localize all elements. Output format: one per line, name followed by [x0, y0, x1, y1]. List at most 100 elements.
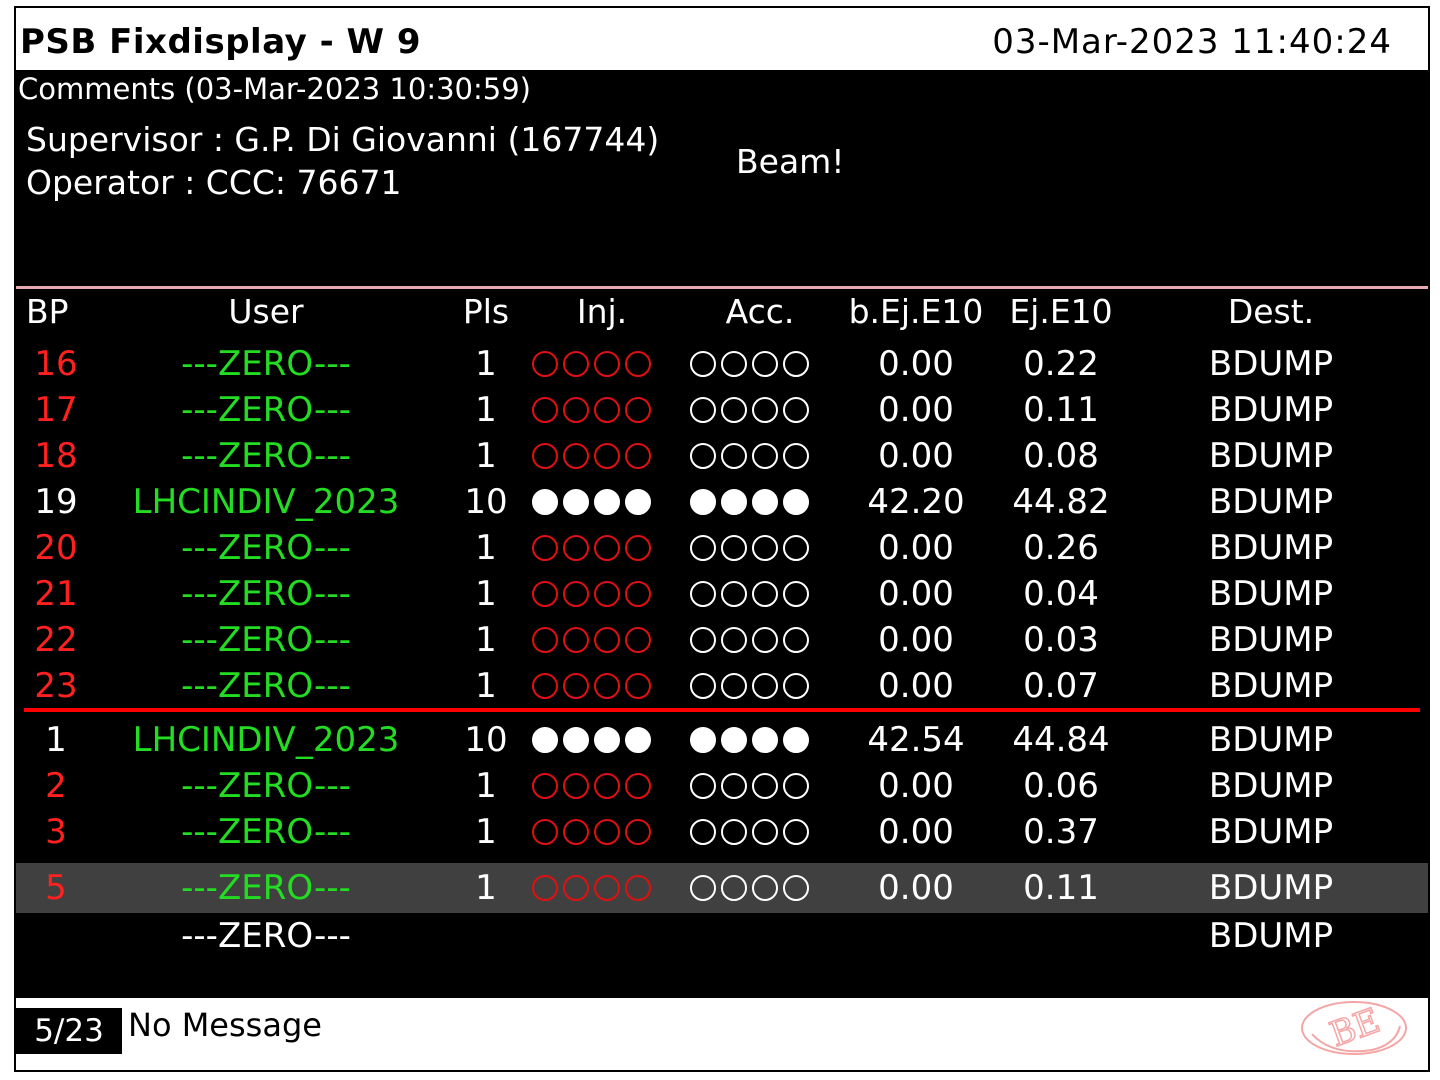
row-user: ---ZERO---	[181, 868, 351, 908]
table-row: 2 ---ZERO--- 1 0.00 0.06 BDUMP	[16, 763, 1428, 809]
row-bp: 16	[34, 344, 78, 384]
comments-panel: Comments (03-Mar-2023 10:30:59) Supervis…	[16, 70, 1428, 286]
current-datetime: 03-Mar-2023 11:40:24	[992, 22, 1392, 62]
row-ej: 0.22	[1023, 344, 1099, 384]
row-user: ---ZERO---	[181, 766, 351, 806]
table-row: 23 ---ZERO--- 1 0.00 0.07 BDUMP	[16, 663, 1428, 709]
supervisor-line: Supervisor : G.P. Di Giovanni (167744)	[26, 120, 660, 159]
row-user: ---ZERO---	[181, 436, 351, 476]
row-bp: 3	[45, 812, 67, 852]
row-dest: BDUMP	[1208, 666, 1334, 706]
next-cycle-row: ---ZERO--- BDUMP	[16, 913, 1428, 959]
row-dest: BDUMP	[1208, 720, 1334, 760]
row-bej: 0.00	[878, 436, 954, 476]
row-bej: 0.00	[878, 528, 954, 568]
display-title: PSB Fixdisplay - W 9	[20, 22, 422, 62]
row-ej: 0.26	[1023, 528, 1099, 568]
header-pls: Pls	[462, 292, 510, 331]
row-bp: 1	[45, 720, 67, 760]
row-dest: BDUMP	[1208, 766, 1334, 806]
row-dest: BDUMP	[1208, 916, 1334, 956]
row-dest: BDUMP	[1208, 812, 1334, 852]
row-dest: BDUMP	[1208, 390, 1334, 430]
row-ej: 0.11	[1023, 868, 1099, 908]
row-ej: 0.37	[1023, 812, 1099, 852]
supercycle-divider	[24, 708, 1420, 712]
row-bp: 21	[34, 574, 78, 614]
row-ej: 44.84	[1012, 720, 1110, 760]
row-pls: 10	[464, 720, 508, 760]
header-ej: Ej.E10	[1009, 292, 1113, 331]
row-bp: 5	[45, 868, 67, 908]
row-dest: BDUMP	[1208, 344, 1334, 384]
row-ej: 0.03	[1023, 620, 1099, 660]
row-bp: 22	[34, 620, 78, 660]
row-user: ---ZERO---	[181, 812, 351, 852]
row-bp: 18	[34, 436, 78, 476]
row-user: ---ZERO---	[181, 344, 351, 384]
header-bej: b.Ej.E10	[848, 292, 984, 331]
row-bej: 0.00	[878, 812, 954, 852]
row-pls: 1	[475, 528, 497, 568]
table-row: 20 ---ZERO--- 1 0.00 0.26 BDUMP	[16, 525, 1428, 571]
status-message: No Message	[128, 1006, 322, 1044]
row-dest: BDUMP	[1208, 482, 1334, 522]
row-pls: 1	[475, 666, 497, 706]
row-user: LHCINDIV_2023	[132, 482, 400, 522]
row-user: ---ZERO---	[181, 916, 351, 956]
comments-header: Comments (03-Mar-2023 10:30:59)	[18, 72, 531, 106]
row-bej: 0.00	[878, 344, 954, 384]
row-user: ---ZERO---	[181, 620, 351, 660]
row-user: ---ZERO---	[181, 528, 351, 568]
row-pls: 1	[475, 620, 497, 660]
row-ej: 0.08	[1023, 436, 1099, 476]
operator-line: Operator : CCC: 76671	[26, 163, 402, 202]
row-bej: 0.00	[878, 766, 954, 806]
row-ej: 0.11	[1023, 390, 1099, 430]
table-row: 1 LHCINDIV_2023 10 42.54 44.84 BDUMP	[16, 717, 1428, 763]
row-pls: 1	[475, 812, 497, 852]
header-dest: Dest.	[1227, 292, 1315, 331]
table-row: 17 ---ZERO--- 1 0.00 0.11 BDUMP	[16, 387, 1428, 433]
row-pls: 1	[475, 574, 497, 614]
row-bp: 19	[34, 482, 78, 522]
row-pls: 1	[475, 390, 497, 430]
row-bej: 0.00	[878, 868, 954, 908]
row-bej: 0.00	[878, 620, 954, 660]
row-ej: 0.04	[1023, 574, 1099, 614]
row-user: ---ZERO---	[181, 574, 351, 614]
row-bej: 0.00	[878, 390, 954, 430]
table-row: 18 ---ZERO--- 1 0.00 0.08 BDUMP	[16, 433, 1428, 479]
header-bp: BP	[26, 292, 69, 331]
comment-message: Beam!	[736, 142, 845, 181]
footer-bar: 5/23 No Message BE	[16, 998, 1428, 1070]
row-bej: 42.20	[867, 482, 965, 522]
header-user: User	[228, 292, 304, 331]
row-dest: BDUMP	[1208, 620, 1334, 660]
header-acc: Acc.	[725, 292, 795, 331]
header-inj: Inj.	[576, 292, 628, 331]
current-cycle-row: 5 ---ZERO--- 1 0.00 0.11 BDUMP	[16, 863, 1428, 913]
row-user: ---ZERO---	[181, 666, 351, 706]
row-bej: 42.54	[867, 720, 965, 760]
row-pls: 1	[475, 766, 497, 806]
row-ej: 44.82	[1012, 482, 1110, 522]
row-bej: 0.00	[878, 666, 954, 706]
row-dest: BDUMP	[1208, 436, 1334, 476]
row-bej: 0.00	[878, 574, 954, 614]
table-row: 19 LHCINDIV_2023 10 42.20 44.82 BDUMP	[16, 479, 1428, 525]
table-header-row: BP User Pls Inj. Acc. b.Ej.E10 Ej.E10 De…	[16, 289, 1428, 335]
row-pls: 1	[475, 344, 497, 384]
row-pls: 10	[464, 482, 508, 522]
table-row: 22 ---ZERO--- 1 0.00 0.03 BDUMP	[16, 617, 1428, 663]
row-dest: BDUMP	[1208, 528, 1334, 568]
row-ej: 0.06	[1023, 766, 1099, 806]
row-bp: 2	[45, 766, 67, 806]
row-ej: 0.07	[1023, 666, 1099, 706]
row-user: ---ZERO---	[181, 390, 351, 430]
row-pls: 1	[475, 868, 497, 908]
row-dest: BDUMP	[1208, 574, 1334, 614]
row-pls: 1	[475, 436, 497, 476]
table-row: 21 ---ZERO--- 1 0.00 0.04 BDUMP	[16, 571, 1428, 617]
cycle-table: BP User Pls Inj. Acc. b.Ej.E10 Ej.E10 De…	[16, 289, 1428, 998]
